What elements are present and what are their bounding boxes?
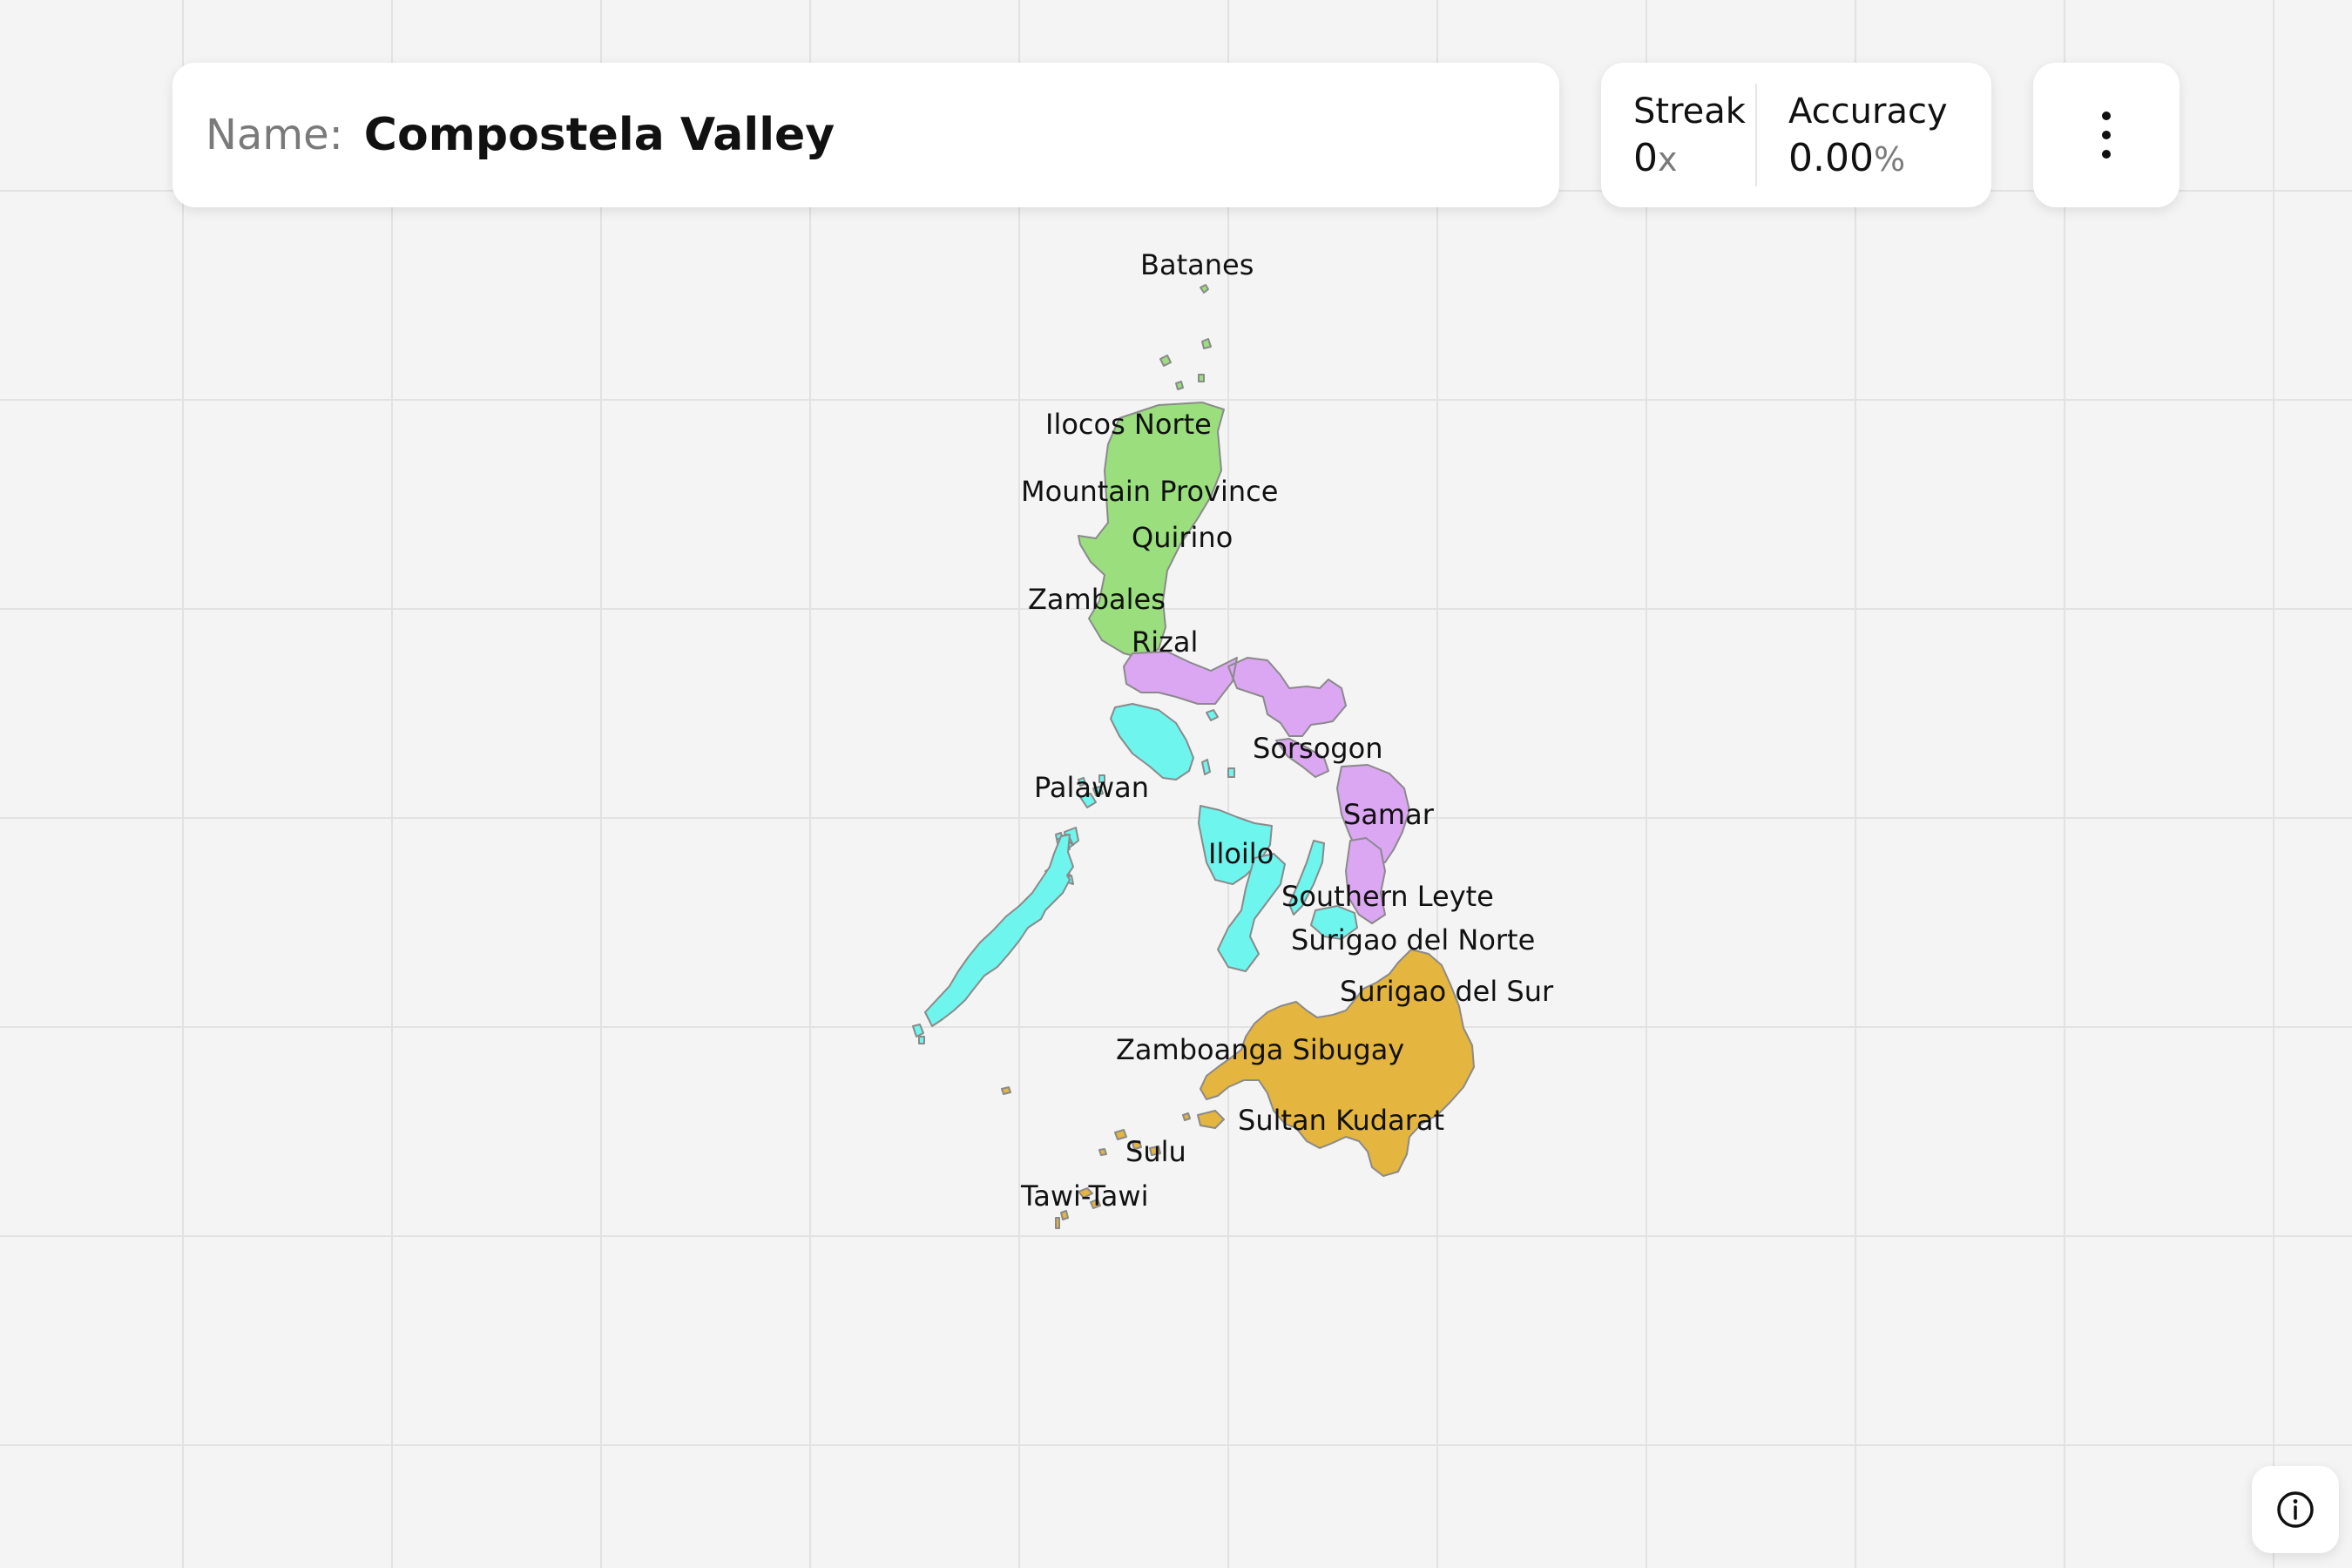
- label-surigao-del-sur[interactable]: Surigao del Sur: [1340, 975, 1554, 1008]
- target-name: Compostela Valley: [363, 109, 835, 161]
- label-mountain-province[interactable]: Mountain Province: [1021, 475, 1278, 508]
- babuyan-islands[interactable]: [1159, 338, 1212, 390]
- target-name-card: Name: Compostela Valley: [172, 63, 1559, 207]
- basilan-island[interactable]: [1197, 1110, 1225, 1129]
- accuracy-label: Accuracy: [1788, 91, 1948, 132]
- streak-label: Streak: [1633, 91, 1746, 132]
- balabac-islands[interactable]: [912, 1024, 925, 1044]
- label-samar[interactable]: Samar: [1343, 798, 1435, 831]
- more-vertical-icon: [2102, 112, 2111, 159]
- label-rizal[interactable]: Rizal: [1132, 625, 1198, 659]
- palawan-island[interactable]: [924, 834, 1074, 1027]
- streak-value-line: 0x: [1633, 134, 1755, 182]
- menu-button[interactable]: [2033, 63, 2180, 207]
- stats-card: Streak 0x Accuracy 0.00%: [1601, 63, 1991, 207]
- name-label: Name:: [206, 111, 343, 159]
- accuracy-value: 0.00: [1788, 135, 1874, 180]
- mindoro-region[interactable]: [1110, 703, 1194, 781]
- info-icon: [2277, 1491, 2314, 1528]
- label-batanes[interactable]: Batanes: [1140, 248, 1254, 281]
- philippines-map[interactable]: Batanes Ilocos Norte Mountain Province Q…: [0, 0, 2352, 1568]
- streak-unit: x: [1658, 139, 1678, 179]
- label-tawi-tawi[interactable]: Tawi-Tawi: [1020, 1179, 1148, 1213]
- info-button[interactable]: [2252, 1466, 2339, 1553]
- label-surigao-del-norte[interactable]: Surigao del Norte: [1291, 923, 1535, 956]
- stats-divider: [1755, 84, 1757, 186]
- label-zamboanga-sibugay[interactable]: Zamboanga Sibugay: [1116, 1033, 1404, 1066]
- streak-value: 0: [1633, 135, 1658, 180]
- label-palawan[interactable]: Palawan: [1034, 771, 1149, 804]
- streak-stat: Streak 0x: [1633, 89, 1755, 182]
- label-quirino[interactable]: Quirino: [1132, 521, 1233, 554]
- label-iloilo[interactable]: Iloilo: [1208, 837, 1274, 870]
- accuracy-unit: %: [1873, 139, 1906, 179]
- batanes-region[interactable]: [1200, 284, 1209, 294]
- accuracy-value-line: 0.00%: [1788, 134, 1948, 182]
- small-islands-central[interactable]: [1201, 709, 1235, 778]
- label-southern-leyte[interactable]: Southern Leyte: [1281, 880, 1494, 913]
- label-ilocos-norte[interactable]: Ilocos Norte: [1045, 408, 1212, 441]
- accuracy-stat: Accuracy 0.00%: [1788, 89, 1948, 182]
- label-zambales[interactable]: Zambales: [1028, 583, 1166, 616]
- label-sorsogon[interactable]: Sorsogon: [1253, 732, 1382, 765]
- label-sultan-kudarat[interactable]: Sultan Kudarat: [1238, 1104, 1444, 1137]
- label-sulu[interactable]: Sulu: [1125, 1135, 1186, 1168]
